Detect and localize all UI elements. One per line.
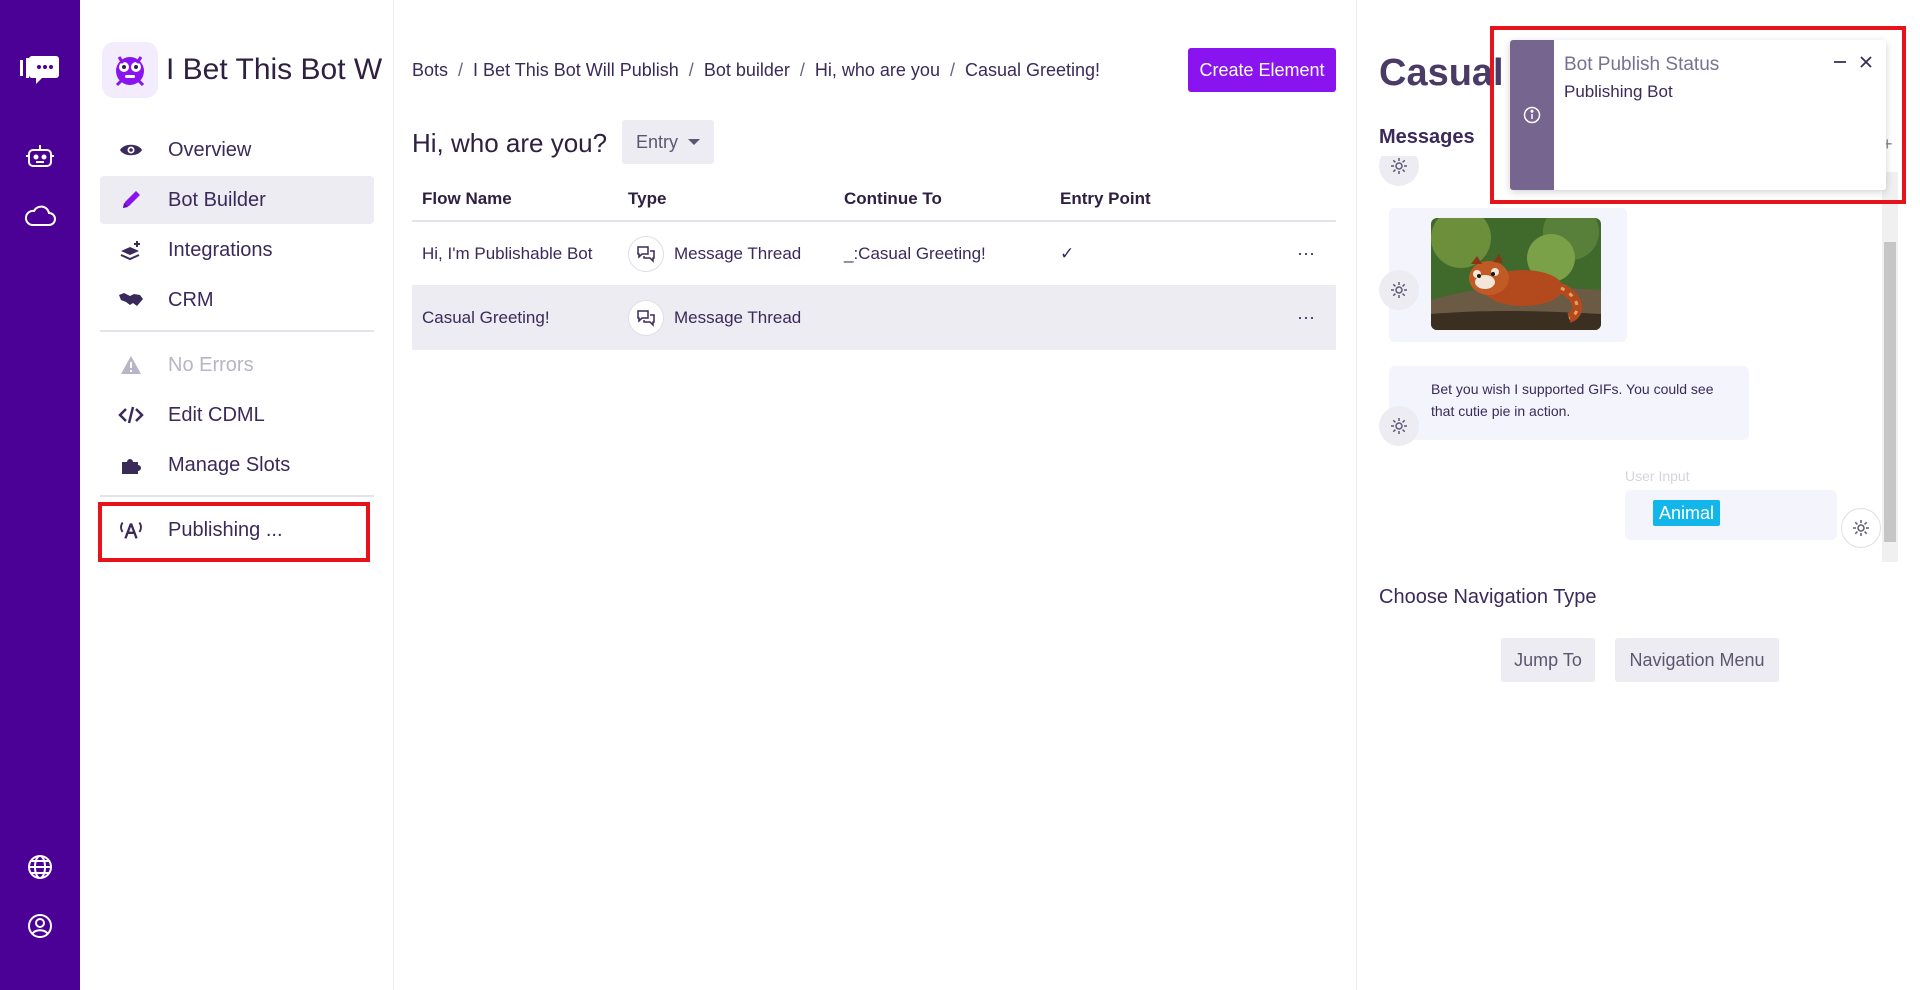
caret-down-icon bbox=[688, 139, 700, 145]
gear-icon[interactable] bbox=[1841, 508, 1881, 548]
pencil-icon bbox=[118, 187, 144, 213]
header-type: Type bbox=[628, 189, 667, 208]
header-entry-point: Entry Point bbox=[1060, 189, 1151, 208]
messages-scrollbar[interactable] bbox=[1882, 172, 1898, 562]
sidebar-item-label: Integrations bbox=[168, 238, 273, 261]
sidebar-item-manage-slots[interactable]: Manage Slots bbox=[100, 441, 374, 489]
warning-icon bbox=[118, 352, 144, 378]
globe-icon[interactable] bbox=[20, 847, 60, 887]
message-thread-icon bbox=[628, 299, 664, 336]
bot-brand: I Bet This Bot W bbox=[102, 42, 386, 98]
cell-type: Message Thread bbox=[628, 235, 844, 272]
cell-type: Message Thread bbox=[628, 299, 844, 336]
breadcrumb: Bots / I Bet This Bot Will Publish / Bot bui… bbox=[412, 60, 1101, 80]
eye-icon bbox=[118, 137, 144, 163]
sidebar-item-label: Overview bbox=[168, 138, 252, 161]
sidebar-item-label: CRM bbox=[168, 288, 214, 311]
scrollbar-thumb[interactable] bbox=[1884, 242, 1896, 542]
chat-logo-icon[interactable] bbox=[20, 50, 60, 90]
sidebar-item-crm[interactable]: CRM bbox=[100, 276, 374, 324]
message-thread-icon bbox=[628, 235, 664, 272]
check-icon: ✓ bbox=[1060, 243, 1075, 263]
nav-divider bbox=[100, 495, 374, 497]
nav-divider bbox=[100, 330, 374, 332]
cell-continue-to: _:Casual Greeting! bbox=[844, 243, 986, 263]
red-panda-image bbox=[1431, 218, 1601, 330]
cell-flow-name: Hi, I'm Publishable Bot bbox=[422, 243, 593, 263]
layers-plus-icon bbox=[118, 237, 144, 263]
user-input-label: User Input bbox=[1625, 468, 1690, 484]
cell-flow-name: Casual Greeting! bbox=[422, 307, 550, 327]
highlight-box-toast bbox=[1490, 26, 1906, 204]
sidebar-item-label: No Errors bbox=[168, 353, 254, 376]
sidebar-item-edit-cdml[interactable]: Edit CDML bbox=[100, 391, 374, 439]
entry-dropdown[interactable]: Entry bbox=[622, 120, 714, 164]
highlight-box-publishing bbox=[98, 502, 370, 562]
messages-label: Messages bbox=[1379, 126, 1475, 148]
row-more-button[interactable]: ··· bbox=[1276, 243, 1336, 264]
user-avatar-icon[interactable] bbox=[20, 906, 60, 946]
breadcrumb-builder[interactable]: Bot builder bbox=[704, 60, 790, 80]
row-more-button[interactable]: ··· bbox=[1276, 307, 1336, 328]
header-flow-name: Flow Name bbox=[422, 189, 512, 208]
table-row[interactable]: Hi, I'm Publishable Bot Message Thread _… bbox=[412, 222, 1336, 286]
entry-dropdown-label: Entry bbox=[635, 131, 678, 152]
sidebar-item-no-errors: No Errors bbox=[100, 341, 374, 389]
puzzle-icon bbox=[118, 452, 144, 478]
sidebar-item-label: Bot Builder bbox=[168, 188, 266, 211]
navigation-type-label: Choose Navigation Type bbox=[1379, 586, 1597, 608]
sidebar-item-bot-builder[interactable]: Bot Builder bbox=[100, 176, 374, 224]
cell-type-label: Message Thread bbox=[674, 307, 802, 327]
jump-to-button[interactable]: Jump To bbox=[1501, 638, 1595, 682]
sidebar-item-integrations[interactable]: Integrations bbox=[100, 226, 374, 274]
code-icon bbox=[118, 402, 144, 428]
breadcrumb-bots[interactable]: Bots bbox=[412, 60, 448, 80]
bot-name: I Bet This Bot W bbox=[166, 53, 383, 86]
slot-tag[interactable]: Animal bbox=[1653, 500, 1721, 526]
icon-rail bbox=[0, 0, 80, 990]
table-header: Flow Name Type Continue To Entry Point bbox=[412, 178, 1336, 222]
cell-type-label: Message Thread bbox=[674, 243, 802, 263]
app-root: I Bet This Bot W Overview Bot Builder In… bbox=[0, 0, 1920, 990]
bot-logo-icon bbox=[102, 42, 158, 98]
navigation-menu-button[interactable]: Navigation Menu bbox=[1615, 638, 1779, 682]
gear-icon[interactable] bbox=[1379, 406, 1419, 446]
message-text: Bet you wish I supported GIFs. You could… bbox=[1431, 381, 1714, 419]
handshake-icon bbox=[118, 287, 144, 313]
header-continue-to: Continue To bbox=[844, 189, 942, 208]
main-content: Bots / I Bet This Bot Will Publish / Bot bui… bbox=[394, 0, 1356, 990]
breadcrumb-bot[interactable]: I Bet This Bot Will Publish bbox=[473, 60, 679, 80]
messages-scroll-area[interactable]: Bet you wish I supported GIFs. You could… bbox=[1379, 156, 1899, 566]
robot-icon[interactable] bbox=[20, 137, 60, 177]
breadcrumb-current: Casual Greeting! bbox=[964, 60, 1101, 80]
sidebar-item-label: Edit CDML bbox=[168, 403, 265, 426]
flow-title: Hi, who are you? bbox=[412, 128, 608, 158]
create-element-button[interactable]: Create Element bbox=[1188, 48, 1336, 92]
breadcrumb-flow[interactable]: Hi, who are you bbox=[815, 60, 940, 80]
sidebar-item-label: Manage Slots bbox=[168, 453, 291, 476]
cloud-icon[interactable] bbox=[20, 196, 60, 236]
side-navigation: I Bet This Bot W Overview Bot Builder In… bbox=[80, 0, 394, 990]
gear-icon[interactable] bbox=[1379, 156, 1419, 186]
cell-entry-point: ✓ bbox=[1060, 244, 1276, 264]
sidebar-item-overview[interactable]: Overview bbox=[100, 126, 374, 174]
flow-table: Flow Name Type Continue To Entry Point H… bbox=[412, 178, 1336, 350]
table-row[interactable]: Casual Greeting! Message Thread ··· bbox=[412, 286, 1336, 350]
gear-icon[interactable] bbox=[1379, 270, 1419, 310]
